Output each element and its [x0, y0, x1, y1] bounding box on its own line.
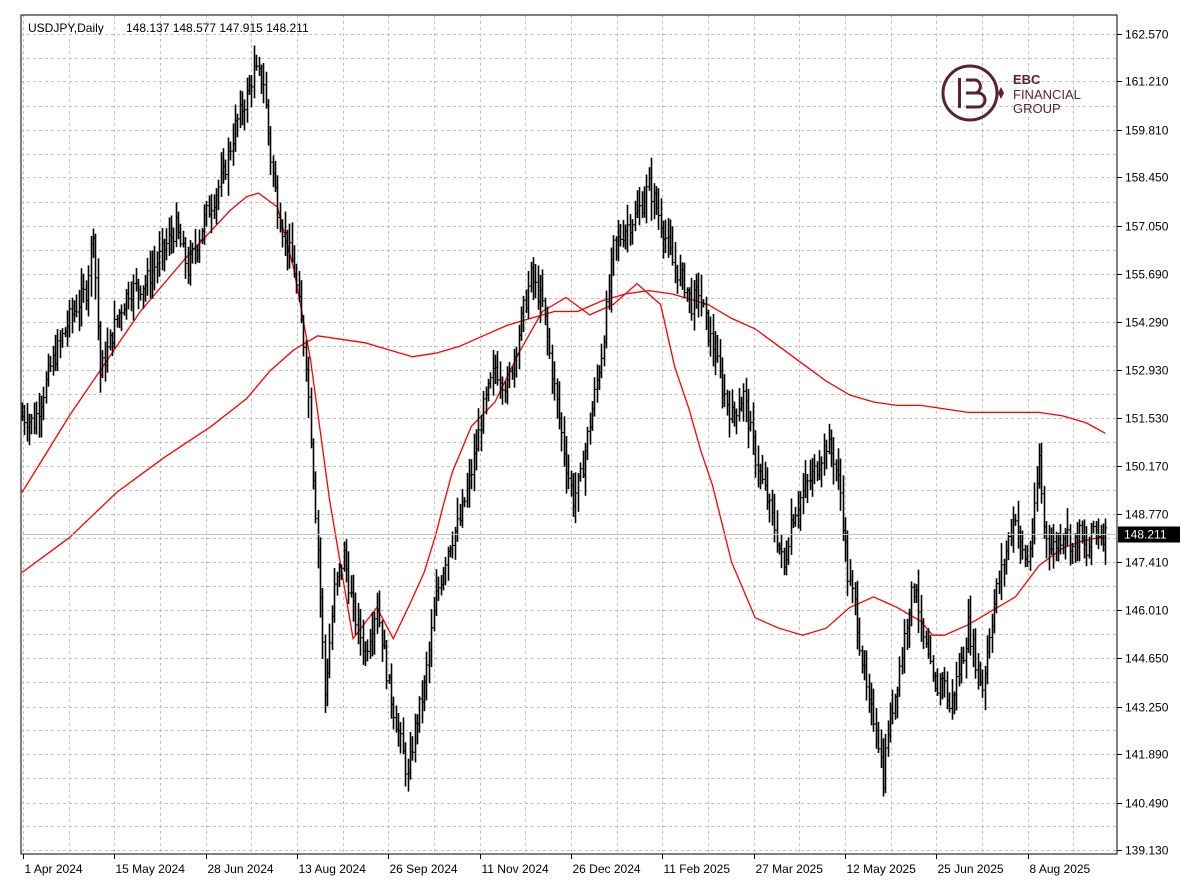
x-tick-label: 11 Nov 2024 [482, 862, 549, 876]
y-tick-label: 157.050 [1125, 220, 1169, 234]
y-tick-label: 158.450 [1125, 171, 1169, 185]
y-tick-label: 140.490 [1125, 797, 1169, 811]
y-tick-label: 143.250 [1125, 701, 1169, 715]
y-tick-label: 159.810 [1125, 124, 1169, 138]
y-tick-label: 147.410 [1125, 556, 1169, 570]
price-tag-text: 148.211 [1124, 528, 1167, 542]
chart-background [0, 0, 1200, 896]
ohlc-values: 148.137 148.577 147.915 148.211 [126, 21, 309, 35]
x-tick-label: 11 Feb 2025 [664, 862, 731, 876]
x-tick-label: 26 Sep 2024 [390, 862, 458, 876]
symbol-label: USDJPY,Daily [28, 21, 104, 35]
y-tick-label: 146.010 [1125, 604, 1169, 618]
y-tick-label: 148.770 [1125, 508, 1169, 522]
x-tick-label: 28 Jun 2024 [208, 862, 274, 876]
price-chart[interactable]: 162.570 161.210 159.810 158.450 157.050 155.6… [0, 0, 1200, 896]
logo-text-ebc: EBC [1013, 72, 1041, 87]
x-tick-label: 1 Apr 2024 [25, 862, 83, 876]
logo-mark-icon [958, 78, 961, 108]
y-tick-label: 155.690 [1125, 268, 1169, 282]
y-tick-label: 154.290 [1125, 316, 1169, 330]
y-tick-label: 150.170 [1125, 460, 1169, 474]
y-tick-label: 152.930 [1125, 364, 1169, 378]
x-tick-label: 27 Mar 2025 [756, 862, 824, 876]
x-tick-label: 12 May 2025 [847, 862, 917, 876]
y-tick-label: 141.890 [1125, 748, 1169, 762]
x-tick-label: 8 Aug 2025 [1030, 862, 1091, 876]
x-tick-label: 13 Aug 2024 [299, 862, 367, 876]
y-tick-label: 162.570 [1125, 28, 1169, 42]
y-tick-label: 139.130 [1125, 844, 1169, 858]
y-tick-label: 144.650 [1125, 652, 1169, 666]
y-tick-label: 161.210 [1125, 75, 1169, 89]
x-tick-label: 15 May 2024 [116, 862, 186, 876]
logo-text-group: GROUP [1013, 101, 1061, 116]
x-tick-label: 26 Dec 2024 [573, 862, 641, 876]
x-tick-label: 25 Jun 2025 [938, 862, 1004, 876]
logo-text-financial: FINANCIAL [1013, 87, 1081, 102]
y-tick-label: 151.530 [1125, 412, 1169, 426]
